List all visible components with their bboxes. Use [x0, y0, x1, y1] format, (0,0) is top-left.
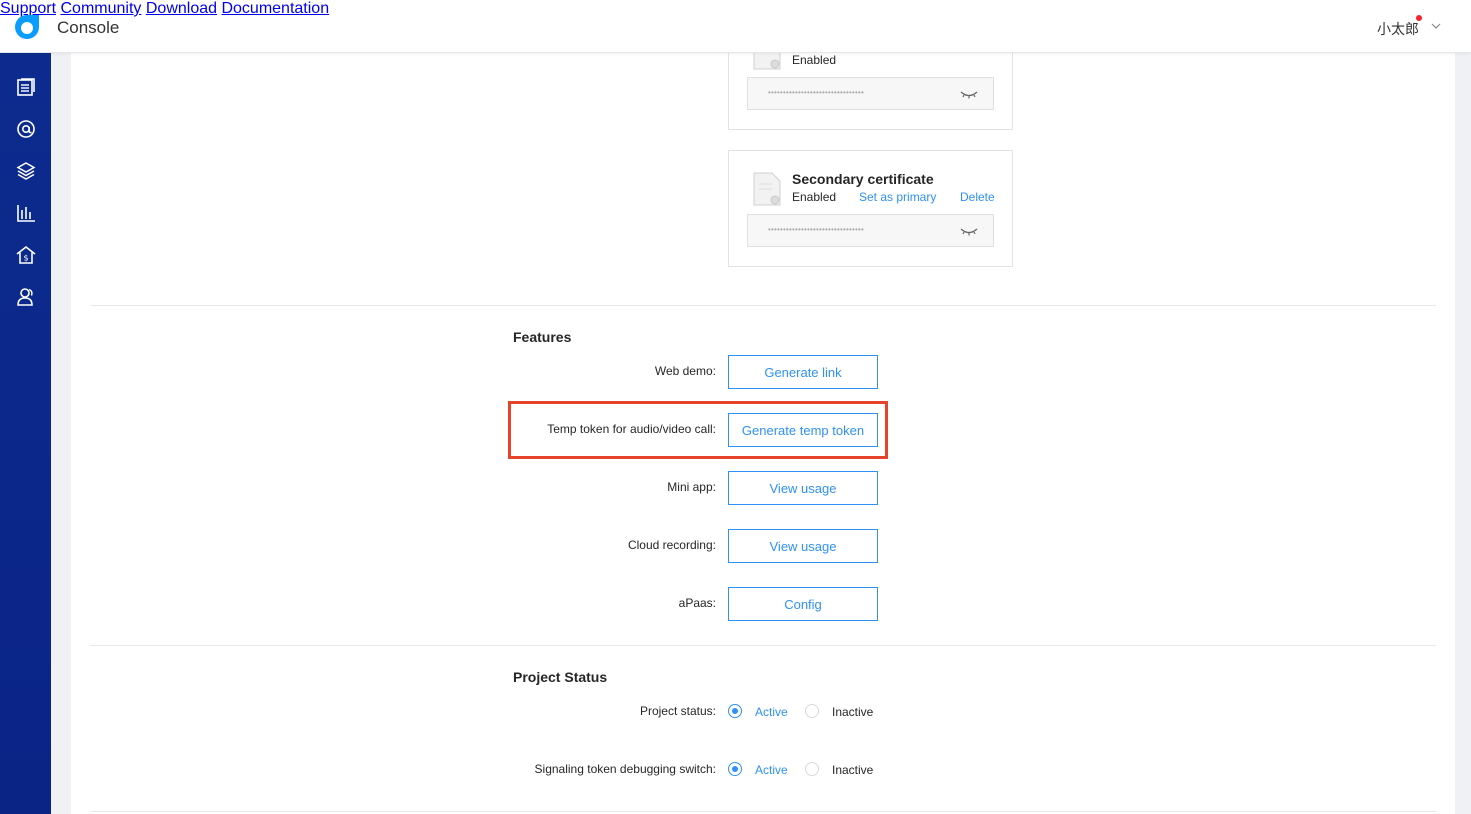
generate-temp-token-button[interactable]: Generate temp token [728, 413, 878, 447]
set-as-primary-link[interactable]: Set as primary [859, 190, 936, 204]
cloud-recording-label: Cloud recording: [627, 538, 716, 552]
project-status-label: Project status: [639, 704, 716, 718]
signaling-debug-inactive-radio[interactable] [805, 762, 819, 776]
user-menu[interactable]: 小太郎 [1377, 19, 1419, 39]
primary-cert-secret: •••••••••••••••••••••••••••••••• [768, 88, 865, 97]
eye-closed-icon[interactable] [959, 224, 979, 238]
agora-logo-icon[interactable] [14, 14, 40, 40]
section-divider [90, 811, 1436, 812]
temp-token-label: Temp token for audio/video call: [547, 422, 716, 436]
project-status-inactive-radio[interactable] [805, 704, 819, 718]
section-divider [90, 305, 1436, 306]
primary-cert-secret-field[interactable]: •••••••••••••••••••••••••••••••• [747, 77, 994, 110]
signaling-debug-inactive-label[interactable]: Inactive [832, 763, 873, 777]
signaling-debug-label: Signaling token debugging switch: [534, 762, 716, 776]
certificate-document-icon [753, 172, 781, 206]
apaas-config-button[interactable]: Config [728, 587, 878, 621]
nav-documentation[interactable]: Documentation [221, 0, 329, 17]
project-status-active-label[interactable]: Active [755, 705, 788, 719]
signaling-debug-active-label[interactable]: Active [755, 763, 788, 777]
generate-link-button[interactable]: Generate link [728, 355, 878, 389]
bar-chart-icon[interactable] [15, 202, 37, 224]
app-title[interactable]: Console [57, 18, 119, 38]
secondary-cert-secret-field[interactable]: •••••••••••••••••••••••••••••••• [747, 214, 994, 247]
apaas-label: aPaas: [678, 596, 716, 610]
primary-cert-status: Enabled [792, 53, 837, 67]
mini-app-view-usage-button[interactable]: View usage [728, 471, 878, 505]
secondary-certificate-card [728, 150, 1013, 267]
nav-community[interactable]: Community [61, 0, 142, 17]
web-demo-label: Web demo: [654, 364, 716, 378]
mini-app-label: Mini app: [667, 480, 716, 494]
project-status-title: Project Status [513, 669, 608, 685]
chevron-down-icon[interactable] [1430, 20, 1442, 32]
nav-download[interactable]: Download [146, 0, 217, 17]
secondary-cert-secret: •••••••••••••••••••••••••••••••• [768, 225, 865, 234]
project-status-active-radio[interactable] [728, 704, 742, 718]
billing-house-icon[interactable]: $ [15, 244, 37, 266]
svg-text:$: $ [23, 254, 28, 263]
notification-dot [1416, 15, 1422, 21]
delete-certificate-link[interactable]: Delete [960, 190, 995, 204]
secondary-cert-title: Secondary certificate [792, 171, 934, 187]
eye-closed-icon[interactable] [959, 87, 979, 101]
members-icon[interactable] [15, 286, 37, 308]
features-title: Features [513, 329, 572, 345]
top-header: Console Support Community Download Docum… [0, 0, 1471, 53]
project-status-inactive-label[interactable]: Inactive [832, 705, 873, 719]
layers-icon[interactable] [15, 160, 37, 182]
signaling-debug-active-radio[interactable] [728, 762, 742, 776]
at-sign-icon[interactable] [15, 118, 37, 140]
cloud-recording-view-usage-button[interactable]: View usage [728, 529, 878, 563]
section-divider [90, 645, 1436, 646]
scrollbar-track[interactable] [1455, 53, 1471, 814]
sidebar: $ [0, 53, 51, 814]
secondary-cert-status: Enabled [792, 190, 837, 204]
projects-icon[interactable] [15, 76, 37, 98]
